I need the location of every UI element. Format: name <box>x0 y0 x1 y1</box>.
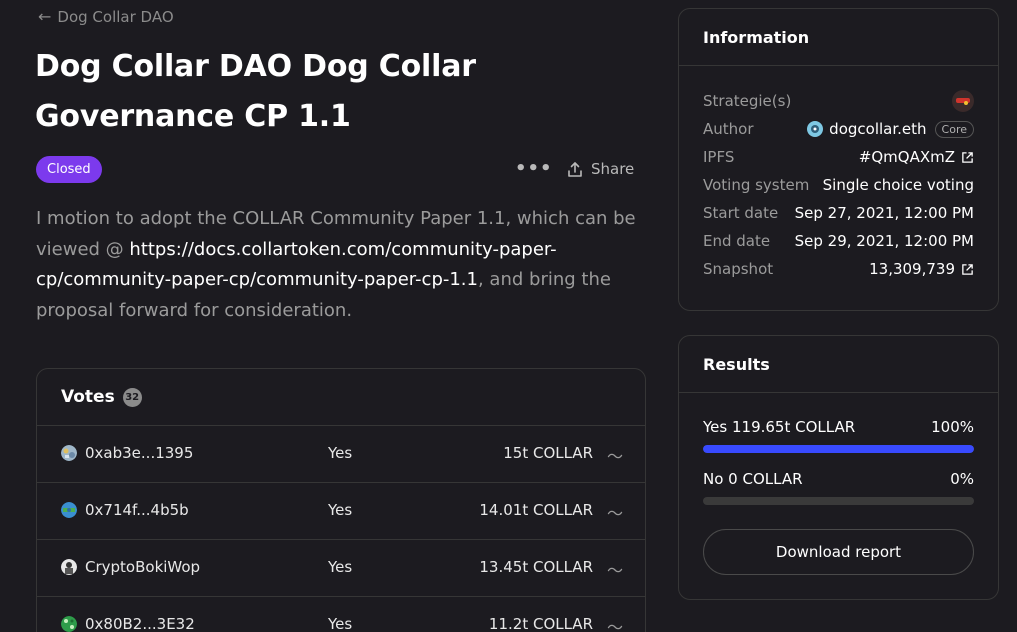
avatar <box>61 559 77 575</box>
votes-card: Votes 32 0xab3e...1395 Yes 15t COLLAR 〜 … <box>36 368 646 632</box>
avatar <box>61 502 77 518</box>
info-row-voting-system: Voting system Single choice voting <box>703 174 974 196</box>
results-title: Results <box>679 336 998 393</box>
info-row-snapshot: Snapshot 13,309,739 <box>703 258 974 280</box>
signature-icon[interactable]: 〜 <box>607 500 623 524</box>
voter-address[interactable]: 0xab3e...1395 <box>85 444 193 462</box>
snapshot-link[interactable]: 13,309,739 <box>869 260 974 278</box>
ipfs-link[interactable]: #QmQAXmZ <box>859 148 974 166</box>
info-row-ipfs: IPFS #QmQAXmZ <box>703 146 974 168</box>
start-date-label: Start date <box>703 204 779 222</box>
vote-row: 0x80B2...3E32 Yes 11.2t COLLAR 〜 <box>37 597 645 632</box>
voter-address[interactable]: 0x80B2...3E32 <box>85 615 195 632</box>
result-percent: 100% <box>931 418 974 436</box>
result-bar-track <box>703 497 974 505</box>
result-bar-track <box>703 445 974 453</box>
info-row-end-date: End date Sep 29, 2021, 12:00 PM <box>703 230 974 252</box>
votes-title: Votes <box>61 387 115 407</box>
end-date-value: Sep 29, 2021, 12:00 PM <box>794 232 974 250</box>
voting-power: 15t COLLAR <box>503 444 593 462</box>
voter-name[interactable]: CryptoBokiWop <box>85 558 200 576</box>
votes-count-badge: 32 <box>122 387 142 407</box>
signature-icon[interactable]: 〜 <box>607 614 623 632</box>
result-bar-fill <box>703 445 974 453</box>
download-report-button[interactable]: Download report <box>703 529 974 575</box>
end-date-label: End date <box>703 232 771 250</box>
share-icon <box>568 161 582 177</box>
vote-choice: Yes <box>328 501 353 519</box>
core-tag: Core <box>934 120 974 138</box>
ipfs-hash: #QmQAXmZ <box>858 148 955 166</box>
back-link-label: Dog Collar DAO <box>57 8 174 26</box>
author-avatar <box>807 121 824 137</box>
external-link-icon <box>962 151 973 163</box>
information-title: Information <box>679 9 998 66</box>
strategies-label: Strategie(s) <box>703 92 792 110</box>
snapshot-label: Snapshot <box>703 260 774 278</box>
vote-row: CryptoBokiWop Yes 13.45t COLLAR 〜 <box>37 540 645 597</box>
votes-header: Votes 32 <box>37 369 645 426</box>
vote-row: 0x714f...4b5b Yes 14.01t COLLAR 〜 <box>37 483 645 540</box>
vote-row: 0xab3e...1395 Yes 15t COLLAR 〜 <box>37 426 645 483</box>
back-link[interactable]: ← Dog Collar DAO <box>38 8 174 26</box>
result-percent: 0% <box>950 470 974 488</box>
info-row-strategies: Strategie(s) <box>703 90 974 112</box>
vote-choice: Yes <box>328 444 353 462</box>
information-card: Information Strategie(s) Author dogcolla… <box>678 8 999 311</box>
proposal-title: Dog Collar DAO Dog Collar Governance CP … <box>35 49 476 134</box>
result-option-no: No 0 COLLAR 0% <box>703 470 974 488</box>
result-option-yes: Yes 119.65t COLLAR 100% <box>703 418 974 436</box>
proposal-body: I motion to adopt the COLLAR Community P… <box>36 204 636 326</box>
vote-choice: Yes <box>328 615 353 632</box>
voting-power: 11.2t COLLAR <box>488 615 593 632</box>
arrow-left-icon: ← <box>38 7 52 26</box>
vote-choice: Yes <box>328 558 353 576</box>
voting-power: 14.01t COLLAR <box>479 501 593 519</box>
ipfs-label: IPFS <box>703 148 735 166</box>
share-label: Share <box>591 160 635 178</box>
info-row-start-date: Start date Sep 27, 2021, 12:00 PM <box>703 202 974 224</box>
signature-icon[interactable]: 〜 <box>607 443 623 467</box>
result-label: No 0 COLLAR <box>703 470 803 488</box>
status-badge: Closed <box>36 156 102 183</box>
strategy-token-icon[interactable] <box>952 90 974 112</box>
voting-system-label: Voting system <box>703 176 810 194</box>
result-label: Yes 119.65t COLLAR <box>703 418 856 436</box>
voting-power: 13.45t COLLAR <box>479 558 593 576</box>
info-row-author: Author dogcollar.eth Core <box>703 118 974 140</box>
more-options-icon[interactable]: ••• <box>515 158 553 179</box>
snapshot-block: 13,309,739 <box>869 260 955 278</box>
results-card: Results Yes 119.65t COLLAR 100% No 0 COL… <box>678 335 999 600</box>
avatar <box>61 445 77 461</box>
avatar <box>61 616 77 632</box>
author-name[interactable]: dogcollar.eth <box>829 120 926 138</box>
voting-system-value: Single choice voting <box>822 176 974 194</box>
author-label: Author <box>703 120 754 138</box>
voter-address[interactable]: 0x714f...4b5b <box>85 501 189 519</box>
signature-icon[interactable]: 〜 <box>607 557 623 581</box>
external-link-icon <box>962 263 973 275</box>
start-date-value: Sep 27, 2021, 12:00 PM <box>794 204 974 222</box>
share-button[interactable]: Share <box>567 160 634 178</box>
